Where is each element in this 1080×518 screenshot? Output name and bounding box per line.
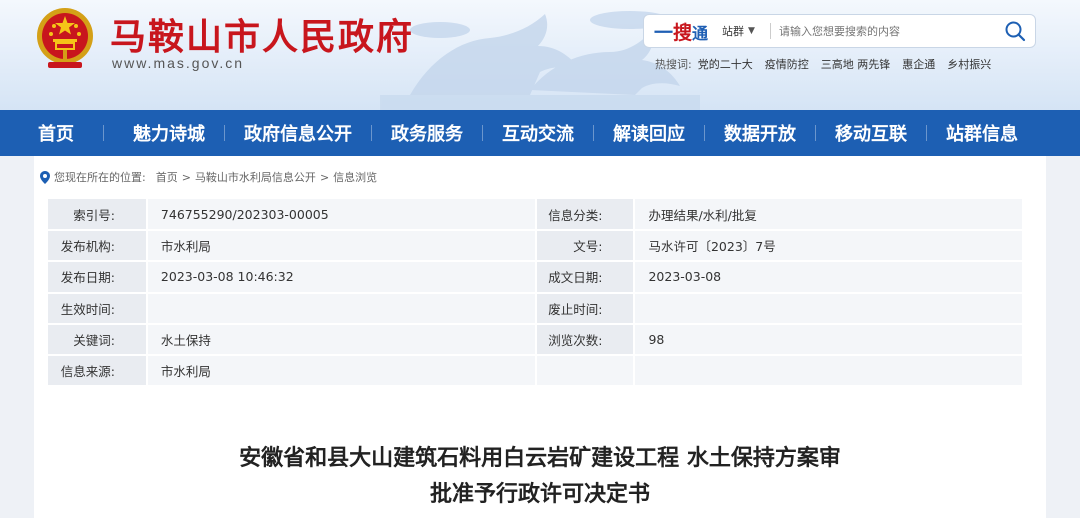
nav-item-home[interactable]: 首页 [38, 110, 74, 156]
nav-divider [704, 125, 705, 141]
search-icon [1005, 21, 1026, 42]
info-value: 市水利局 [146, 230, 537, 263]
nav-item-gov-info[interactable]: 政府信息公开 [244, 110, 352, 156]
search-box: 一搜通 站群 ▼ [643, 14, 1036, 48]
main-nav: 首页 魅力诗城 政府信息公开 政务服务 互动交流 解读回应 数据开放 移动互联 … [0, 110, 1080, 156]
document-title-line2: 批准予行政许可决定书 [429, 482, 650, 507]
search-logo-tong: 通 [692, 23, 709, 43]
search-input[interactable] [779, 24, 995, 38]
info-row: 生效时间: 废止时间: [48, 292, 1024, 325]
info-label: 生效时间: [48, 292, 148, 325]
info-row: 信息来源: 市水利局 [48, 354, 1024, 388]
info-label: 废止时间: [535, 292, 636, 325]
nav-item-interpretation[interactable]: 解读回应 [613, 110, 685, 156]
search-scope-dropdown[interactable]: 站群 ▼ [722, 23, 770, 39]
search-button[interactable] [995, 15, 1035, 47]
nav-divider [926, 125, 927, 141]
nav-item-site-group[interactable]: 站群信息 [946, 110, 1018, 156]
info-value: 水土保持 [146, 323, 537, 356]
nav-divider [224, 125, 225, 141]
info-value: 办理结果/水利/批复 [634, 199, 1024, 232]
breadcrumb-current: 信息浏览 [333, 171, 378, 184]
chevron-down-icon: ▼ [748, 26, 755, 36]
hot-word-link[interactable]: 疫情防控 [765, 56, 809, 72]
search-divider [770, 23, 771, 39]
document-title-line1: 安徽省和县大山建筑石料用白云岩矿建设工程 水土保持方案审 [239, 446, 841, 471]
breadcrumb-separator: > [181, 170, 191, 184]
nav-item-services[interactable]: 政务服务 [391, 110, 463, 156]
info-value: 市水利局 [146, 354, 537, 388]
info-value: 746755290/202303-00005 [146, 199, 537, 232]
search-logo-sou: 搜 [673, 21, 693, 44]
breadcrumb-bureau[interactable]: 马鞍山市水利局信息公开 [195, 169, 316, 185]
breadcrumb-home[interactable]: 首页 [156, 169, 178, 185]
hot-search-words: 热搜词: 党的二十大 疫情防控 三高地 两先锋 惠企通 乡村振兴 [655, 56, 991, 72]
info-row: 发布日期: 2023-03-08 10:46:32 成文日期: 2023-03-08 [48, 261, 1024, 294]
hot-word-link[interactable]: 三高地 两先锋 [821, 56, 891, 72]
site-title[interactable]: 马鞍山市人民政府 [110, 8, 414, 60]
info-label: 成文日期: [535, 261, 636, 294]
hot-word-link[interactable]: 乡村振兴 [947, 56, 991, 72]
search-logo-yi: 一 [654, 21, 674, 44]
info-label: 发布日期: [48, 261, 148, 294]
info-row: 索引号: 746755290/202303-00005 信息分类: 办理结果/水利/批… [48, 199, 1024, 232]
search-scope-label: 站群 [722, 25, 744, 38]
info-value [634, 292, 1024, 325]
info-value: 2023-03-08 10:46:32 [146, 261, 537, 294]
info-label: 信息分类: [535, 199, 636, 232]
info-label: 发布机构: [48, 230, 148, 263]
nav-item-interaction[interactable]: 互动交流 [502, 110, 574, 156]
nav-item-open-data[interactable]: 数据开放 [724, 110, 796, 156]
yisoutong-logo: 一搜通 [644, 18, 722, 45]
info-label: 信息来源: [48, 354, 148, 388]
info-row: 关键词: 水土保持 浏览次数: 98 [48, 323, 1024, 356]
hot-word-link[interactable]: 惠企通 [902, 56, 935, 72]
breadcrumb-prefix: 您现在所在的位置: [54, 171, 146, 184]
info-value: 2023-03-08 [634, 261, 1024, 294]
national-emblem-icon [37, 8, 93, 68]
info-value: 98 [634, 323, 1024, 356]
info-value: 马水许可〔2023〕7号 [634, 230, 1024, 263]
nav-divider [103, 125, 104, 141]
site-url: www.mas.gov.cn [112, 55, 244, 71]
location-pin-icon [40, 170, 50, 184]
nav-item-mobile[interactable]: 移动互联 [835, 110, 907, 156]
breadcrumb: 您现在所在的位置: 首页 > 马鞍山市水利局信息公开 > 信息浏览 [40, 169, 377, 185]
info-label: 浏览次数: [535, 323, 636, 356]
nav-divider [815, 125, 816, 141]
info-metadata-table: 索引号: 746755290/202303-00005 信息分类: 办理结果/水利/批… [48, 199, 1024, 388]
info-row: 发布机构: 市水利局 文号: 马水许可〔2023〕7号 [48, 230, 1024, 263]
info-value [634, 354, 1024, 388]
info-label: 文号: [535, 230, 636, 263]
main-content: 您现在所在的位置: 首页 > 马鞍山市水利局信息公开 > 信息浏览 索引号: 74… [34, 156, 1046, 518]
breadcrumb-separator: > [319, 170, 330, 184]
nav-divider [482, 125, 483, 141]
info-value [146, 292, 537, 325]
nav-divider [593, 125, 594, 141]
info-label [535, 354, 636, 388]
nav-item-charm-city[interactable]: 魅力诗城 [133, 110, 205, 156]
document-title: 安徽省和县大山建筑石料用白云岩矿建设工程 水土保持方案审 批准予行政许可决定书 [34, 441, 1046, 513]
hot-search-label: 热搜词: [655, 58, 692, 71]
hot-word-link[interactable]: 党的二十大 [698, 56, 753, 72]
info-label: 索引号: [48, 199, 148, 232]
info-label: 关键词: [48, 323, 148, 356]
nav-divider [371, 125, 372, 141]
site-header: 马鞍山市人民政府 www.mas.gov.cn 一搜通 站群 ▼ 热搜词: 党的… [0, 0, 1080, 110]
